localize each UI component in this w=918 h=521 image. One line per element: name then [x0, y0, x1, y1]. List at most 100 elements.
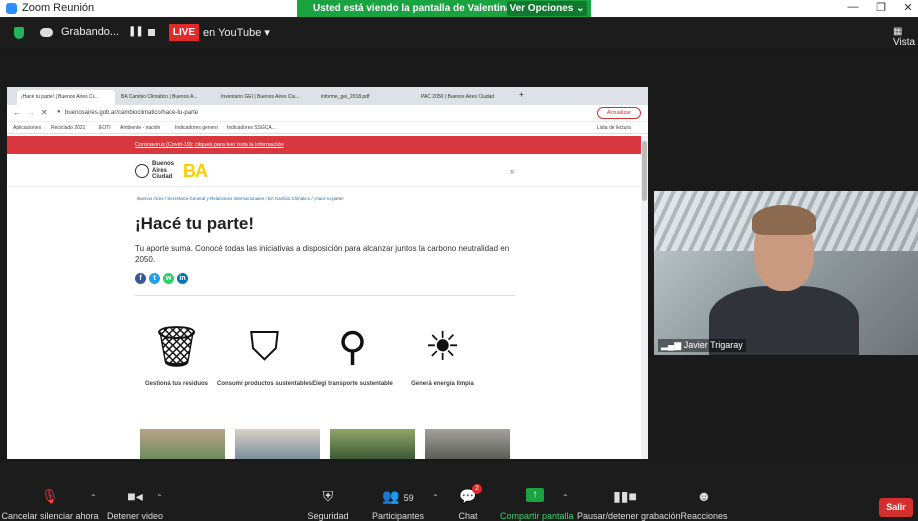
pause-recording-icon[interactable]: ❚❚: [128, 26, 144, 37]
browser-tab[interactable]: BA Cambio Climático | Buenos A...: [117, 90, 215, 105]
covid-banner-text[interactable]: Coronavirus (Covid-19): cliqueá para lee…: [135, 142, 284, 148]
video-options-caret-icon[interactable]: ⌃: [156, 493, 163, 502]
participant-video[interactable]: ▂▄▆ Javier Trigaray: [654, 191, 918, 355]
view-label: Vista: [893, 37, 916, 48]
card-label: Generá energía limpia: [411, 381, 474, 387]
recording-bar: Grabando... ❚❚ LIVE en YouTube ▾ ▦ Vista: [0, 17, 918, 49]
covid-banner[interactable]: Coronavirus (Covid-19): cliqueá para lee…: [7, 136, 641, 154]
view-button[interactable]: ▦ Vista: [893, 26, 918, 48]
youtube-live-dropdown[interactable]: en YouTube ▾: [203, 26, 270, 39]
stop-recording-icon[interactable]: [148, 29, 155, 36]
breadcrumb[interactable]: Buenos Aires / Secretaría General y Rela…: [137, 196, 344, 201]
minimize-button[interactable]: —: [843, 1, 863, 13]
bookmarks-bar: Aplicaciones Reciclado 2021 EOTI Ambient…: [7, 122, 648, 134]
page-title: ¡Hacé tu parte!: [135, 214, 255, 233]
reading-list[interactable]: Lista de lectura: [597, 125, 631, 131]
update-browser-button[interactable]: Actualizar: [597, 107, 641, 119]
share-label: Compartir pantalla: [500, 511, 574, 521]
share-options-caret-icon[interactable]: ⌃: [562, 493, 569, 502]
shared-screen: ¡Hacé tu parte! | Buenos Aires Ci... BA …: [7, 87, 648, 459]
close-button[interactable]: ✕: [898, 1, 918, 14]
page-lead: Tu aporte suma. Conocé todas las iniciat…: [135, 244, 510, 264]
security-button[interactable]: ⛨ Seguridad: [303, 462, 353, 521]
linkedin-icon[interactable]: in: [177, 273, 188, 284]
browser-tab[interactable]: PAC 2050 | Buenos Aires Ciudad: [417, 90, 515, 105]
city-seal-icon: [135, 164, 149, 178]
zoom-app-icon: [6, 3, 17, 14]
browser-tab[interactable]: ¡Hacé tu parte! | Buenos Aires Ci...: [17, 90, 115, 105]
leave-meeting-button[interactable]: Salir: [879, 498, 913, 517]
browser-tab-strip: ¡Hacé tu parte! | Buenos Aires Ci... BA …: [7, 87, 648, 105]
ba-logo[interactable]: BA: [183, 162, 208, 180]
mute-button[interactable]: 🎙 Cancelar silenciar ahora: [0, 462, 100, 521]
back-icon[interactable]: ←: [13, 108, 21, 117]
audio-options-caret-icon[interactable]: ⌃: [90, 493, 97, 502]
participants-count: 59: [403, 493, 414, 503]
twitter-icon[interactable]: t: [149, 273, 160, 284]
forward-icon[interactable]: →: [27, 108, 35, 117]
recording-control-label: Pausar/detener grabación: [577, 511, 681, 521]
browser-toolbar: ← → ✕ ● buenosaires.gob.ar/cambioclimati…: [7, 105, 648, 122]
lock-icon: ●: [57, 109, 61, 115]
shield-icon: ⛨: [322, 488, 334, 504]
address-bar[interactable]: buenosaires.gob.ar/cambioclimatico/hace-…: [65, 110, 198, 116]
cloud-recording-icon: [40, 28, 53, 37]
stop-video-button[interactable]: ■◂ Detener video: [104, 462, 166, 521]
security-label: Seguridad: [307, 511, 349, 521]
site-search-icon[interactable]: ⌕: [510, 167, 514, 177]
new-tab-icon[interactable]: +: [519, 90, 524, 99]
bookmark-item[interactable]: EOTI: [99, 125, 111, 131]
pause-stop-recording-button[interactable]: ▮▮■ Pausar/detener grabación: [577, 462, 681, 521]
window-title: Zoom Reunión: [22, 2, 95, 14]
browser-tab[interactable]: informe_gei_2018.pdf: [317, 90, 415, 105]
initiative-card[interactable]: ⚲ Elegí transporte sustentable: [305, 325, 400, 388]
trash-icon: 🗑: [151, 325, 202, 369]
reactions-button[interactable]: ☻ Reacciones: [680, 462, 728, 521]
chat-button[interactable]: 💬 2 Chat: [450, 462, 486, 521]
photo-thumbnail[interactable]: [235, 429, 320, 459]
initiative-card[interactable]: ☀ Generá energía limpia: [395, 325, 490, 388]
view-options-button[interactable]: Ver Opciones ⌄: [507, 1, 587, 16]
share-screen-button[interactable]: ↑ Compartir pantalla: [500, 462, 574, 521]
share-screen-icon: ↑: [526, 488, 544, 502]
bookmark-item[interactable]: Ambiente - nación: [120, 125, 160, 131]
participants-button[interactable]: 👥 59 Participantes: [368, 462, 428, 521]
participants-options-caret-icon[interactable]: ⌃: [432, 493, 439, 502]
live-badge: LIVE: [169, 24, 199, 41]
restore-button[interactable]: ❐: [871, 1, 891, 14]
video-person-hair: [752, 205, 816, 235]
bookmark-item[interactable]: Indicadores SSGCA...: [227, 125, 276, 131]
bookmark-item[interactable]: Indicadores genero: [175, 125, 218, 131]
whatsapp-icon[interactable]: w: [163, 273, 174, 284]
bookmark-item[interactable]: Reciclado 2021: [51, 125, 85, 131]
chat-label: Chat: [458, 511, 478, 521]
bookmark-item[interactable]: Aplicaciones: [13, 125, 41, 131]
screen-share-banner: Usted está viendo la pantalla de Valenti…: [297, 0, 591, 17]
photo-thumbnail[interactable]: [425, 429, 510, 459]
participant-name-text: Javier Trigaray: [683, 340, 743, 350]
facebook-icon[interactable]: f: [135, 273, 146, 284]
card-label: Consumí productos sustentables: [217, 381, 313, 387]
participants-icon: 👥 59: [382, 488, 414, 504]
pause-stop-recording-icon: ▮▮■: [613, 488, 637, 504]
recording-status: Grabando...: [61, 26, 120, 38]
initiative-card[interactable]: 🗑 Gestioná tus residuos: [129, 325, 224, 388]
muted-microphone-icon: 🎙: [41, 488, 59, 504]
bicycle-icon: ⚲: [337, 325, 368, 369]
reactions-label: Reacciones: [680, 511, 728, 521]
initiative-card[interactable]: ⛉ Consumí productos sustentables: [217, 325, 312, 388]
photo-thumbnail[interactable]: [140, 429, 225, 459]
window-title-bar: Zoom Reunión Usted está viendo la pantal…: [0, 0, 918, 17]
logo-text: Buenos Aires Ciudad: [152, 161, 175, 180]
browser-tab[interactable]: Inventario GEI | Buenos Aires Ciu...: [217, 90, 315, 105]
photo-thumbnail[interactable]: [330, 429, 415, 459]
mute-label: Cancelar silenciar ahora: [1, 511, 99, 521]
page-scrollbar[interactable]: [641, 136, 648, 459]
solar-panel-icon: ☀: [424, 325, 461, 369]
close-page-icon[interactable]: ✕: [41, 108, 48, 117]
security-shield-icon[interactable]: [14, 27, 24, 39]
bag-icon: ⛉: [249, 325, 280, 369]
scrollbar-thumb[interactable]: [642, 141, 647, 201]
meeting-toolbar: 🎙 Cancelar silenciar ahora ⌃ ■◂ Detener …: [0, 462, 918, 521]
chat-badge: 2: [472, 484, 482, 494]
